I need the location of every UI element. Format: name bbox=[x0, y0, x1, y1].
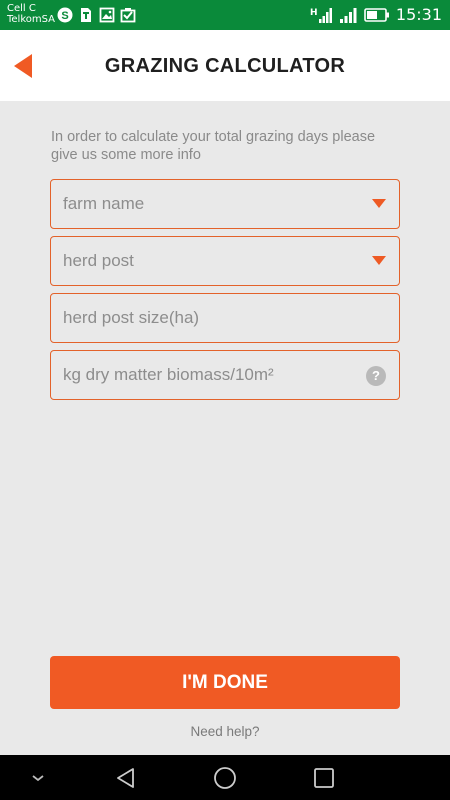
status-clock: 15:31 bbox=[395, 5, 442, 24]
done-button[interactable]: I'M DONE bbox=[50, 656, 400, 709]
nav-recents-button[interactable] bbox=[304, 755, 344, 800]
task-check-icon bbox=[120, 8, 136, 23]
dropdown-caret-icon bbox=[372, 199, 386, 208]
farm-name-dropdown[interactable]: farm name bbox=[50, 179, 400, 229]
image-icon bbox=[99, 7, 115, 23]
collapse-icon bbox=[32, 774, 44, 781]
farm-name-placeholder: farm name bbox=[63, 194, 145, 213]
battery-icon bbox=[364, 7, 389, 22]
collapse-button[interactable] bbox=[20, 755, 56, 800]
recents-square-icon bbox=[314, 767, 334, 788]
herd-post-dropdown[interactable]: herd post bbox=[50, 236, 400, 286]
skype-icon: S bbox=[57, 7, 73, 23]
carrier-primary: Cell C bbox=[7, 3, 36, 14]
need-help-link[interactable]: Need help? bbox=[0, 724, 450, 739]
signal-icon: H bbox=[310, 7, 332, 23]
back-triangle-icon bbox=[117, 767, 134, 788]
dropdown-caret-icon bbox=[372, 256, 386, 265]
herd-post-size-input[interactable]: herd post size(ha) bbox=[50, 293, 400, 343]
intro-text: In order to calculate your total grazing… bbox=[51, 129, 376, 163]
sim-toolkit-icon bbox=[81, 8, 91, 22]
app-header: GRAZING CALCULATOR bbox=[0, 30, 450, 101]
system-nav-bar bbox=[0, 755, 450, 800]
herd-post-size-placeholder: herd post size(ha) bbox=[63, 308, 200, 327]
nav-home-button[interactable] bbox=[205, 755, 245, 800]
biomass-placeholder: kg dry matter biomass/10m² bbox=[63, 365, 274, 384]
svg-text:S: S bbox=[61, 10, 68, 22]
nav-back-button[interactable] bbox=[106, 755, 146, 800]
herd-post-placeholder: herd post bbox=[63, 251, 134, 270]
status-bar: Cell C TelkomSA S H 15:31 bbox=[0, 0, 450, 30]
help-question-icon[interactable]: ? bbox=[366, 366, 386, 386]
home-circle-icon bbox=[214, 766, 236, 789]
signal-icon bbox=[339, 7, 357, 23]
page-title: GRAZING CALCULATOR bbox=[104, 55, 346, 77]
carrier-label: Cell C TelkomSA bbox=[7, 3, 55, 25]
biomass-input[interactable]: kg dry matter biomass/10m² ? bbox=[50, 350, 400, 400]
carrier-secondary: TelkomSA bbox=[7, 14, 56, 25]
network-type-label: H bbox=[310, 8, 318, 18]
